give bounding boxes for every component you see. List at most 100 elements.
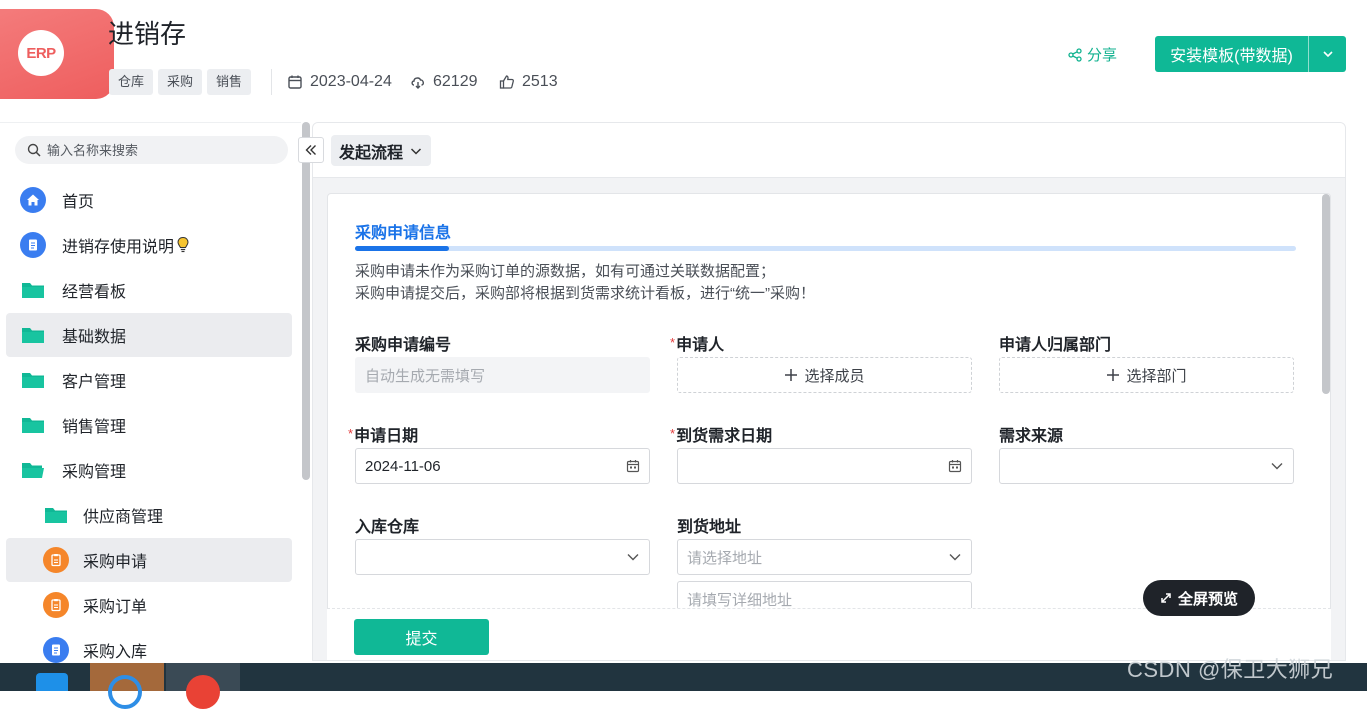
calendar-icon[interactable] bbox=[626, 459, 640, 473]
document-icon bbox=[42, 636, 70, 664]
fullscreen-preview-label: 全屏预览 bbox=[1177, 590, 1238, 608]
app-logo: ERP bbox=[0, 9, 114, 99]
folder-icon bbox=[19, 321, 47, 349]
plus-icon bbox=[785, 369, 798, 381]
address-detail-placeholder: 请填写详细地址 bbox=[687, 591, 793, 609]
sidebar-item-dashboard[interactable]: 经营看板 bbox=[6, 268, 292, 312]
apply-date-value: 2024-11-06 bbox=[365, 457, 441, 475]
tag[interactable]: 仓库 bbox=[109, 69, 154, 95]
watermark: CSDN @保卫大狮兄 bbox=[1127, 657, 1334, 682]
form-icon bbox=[42, 591, 70, 619]
select-department-button[interactable]: 选择部门 bbox=[999, 357, 1294, 393]
folder-icon bbox=[42, 501, 70, 529]
share-icon bbox=[1068, 47, 1082, 62]
calendar-icon bbox=[288, 75, 302, 89]
section-underline bbox=[355, 246, 1296, 251]
install-template-button[interactable]: 安装模板(带数据) bbox=[1155, 36, 1309, 72]
share-button[interactable]: 分享 bbox=[1068, 44, 1117, 65]
request-number-placeholder: 自动生成无需填写 bbox=[365, 367, 486, 385]
sidebar-item-purchase-request[interactable]: 采购申请 bbox=[6, 538, 292, 582]
sidebar-item-label: 采购管理 bbox=[62, 464, 127, 481]
sidebar-item-label: 经营看板 bbox=[62, 284, 127, 301]
sidebar-item-guide[interactable]: 进销存使用说明 bbox=[6, 223, 292, 267]
submit-button[interactable]: 提交 bbox=[354, 619, 489, 655]
folder-icon bbox=[19, 366, 47, 394]
fullscreen-preview-button[interactable]: 全屏预览 bbox=[1143, 580, 1255, 616]
sidebar-item-purchase-order[interactable]: 采购订单 bbox=[6, 583, 292, 627]
select-member-button[interactable]: 选择成员 bbox=[677, 357, 972, 393]
tag-list: 仓库 采购 销售 bbox=[109, 69, 252, 95]
warehouse-select[interactable] bbox=[355, 539, 650, 575]
chevron-down-icon bbox=[948, 550, 962, 564]
required-mark: * bbox=[348, 426, 354, 441]
applicant-label-text: 申请人 bbox=[676, 337, 725, 354]
apply-date-label-text: 申请日期 bbox=[354, 428, 419, 445]
sidebar-item-home[interactable]: 首页 bbox=[6, 178, 292, 222]
divider bbox=[271, 69, 272, 95]
download-count: 62129 bbox=[410, 71, 478, 93]
chevron-down-icon bbox=[1322, 51, 1333, 58]
sidebar-item-suppliers[interactable]: 供应商管理 bbox=[6, 493, 292, 537]
required-mark: * bbox=[670, 426, 676, 441]
expand-icon bbox=[1161, 593, 1171, 603]
install-dropdown-toggle[interactable] bbox=[1309, 36, 1346, 72]
form-icon bbox=[42, 546, 70, 574]
sidebar-item-customers[interactable]: 客户管理 bbox=[6, 358, 292, 402]
description-line: 采购申请未作为采购订单的源数据，如有可通过关联数据配置； bbox=[355, 263, 776, 280]
taskbar-app-icon[interactable] bbox=[16, 663, 90, 691]
arrival-date-input[interactable] bbox=[677, 448, 972, 484]
tag[interactable]: 销售 bbox=[207, 69, 252, 95]
date-text: 2023-04-24 bbox=[310, 73, 392, 90]
lightbulb-icon bbox=[177, 236, 189, 253]
sidebar-item-basic-data[interactable]: 基础数据 bbox=[6, 313, 292, 357]
sidebar-item-label: 采购订单 bbox=[83, 599, 148, 616]
collapse-sidebar-button[interactable] bbox=[298, 137, 324, 163]
sidebar-item-label: 基础数据 bbox=[62, 329, 127, 346]
search-icon bbox=[27, 143, 41, 157]
required-mark: * bbox=[670, 335, 676, 350]
request-number-field: 自动生成无需填写 bbox=[355, 357, 650, 393]
scrollbar-thumb[interactable] bbox=[302, 122, 310, 480]
like-count[interactable]: 2513 bbox=[499, 71, 558, 93]
apply-date-input[interactable]: 2024-11-06 bbox=[355, 448, 650, 484]
folder-icon bbox=[19, 411, 47, 439]
chevron-down-icon bbox=[410, 147, 422, 155]
section-title: 采购申请信息 bbox=[355, 225, 452, 242]
demand-source-select[interactable] bbox=[999, 448, 1294, 484]
double-chevron-left-icon bbox=[305, 145, 316, 155]
start-process-dropdown[interactable]: 发起流程 bbox=[331, 135, 432, 166]
sidebar: 首页 进销存使用说明 经营看板 基础数据 客户管理 销售管理 采购管理 供应商管… bbox=[0, 122, 311, 664]
scrollbar-thumb[interactable] bbox=[1322, 194, 1330, 394]
plus-icon bbox=[1107, 369, 1120, 381]
description-line: 采购申请提交后，采购部将根据到货需求统计看板，进行“统一”采购！ bbox=[355, 285, 815, 302]
taskbar-browser-icon[interactable] bbox=[166, 663, 240, 709]
like-count-text: 2513 bbox=[522, 73, 558, 90]
arrival-date-label-text: 到货需求日期 bbox=[676, 428, 773, 445]
search-input[interactable] bbox=[47, 142, 267, 158]
applicant-label: *申请人 bbox=[670, 331, 724, 355]
sidebar-item-label: 供应商管理 bbox=[83, 509, 164, 526]
document-icon bbox=[19, 231, 47, 259]
home-icon bbox=[19, 186, 47, 214]
sidebar-item-purchasing[interactable]: 采购管理 bbox=[6, 448, 292, 492]
sidebar-item-label: 销售管理 bbox=[62, 419, 127, 436]
form-scrollbar[interactable] bbox=[1321, 192, 1331, 602]
address-region-select[interactable]: 请选择地址 bbox=[677, 539, 972, 575]
start-process-label: 发起流程 bbox=[339, 144, 404, 162]
sidebar-item-label: 采购入库 bbox=[83, 644, 148, 661]
address-label: 到货地址 bbox=[677, 519, 742, 536]
calendar-icon[interactable] bbox=[948, 459, 962, 473]
tag[interactable]: 采购 bbox=[158, 69, 203, 95]
sidebar-item-sales[interactable]: 销售管理 bbox=[6, 403, 292, 447]
sidebar-scrollbar[interactable] bbox=[301, 122, 311, 661]
demand-source-label: 需求来源 bbox=[999, 428, 1064, 445]
section-underline-active bbox=[355, 246, 449, 251]
apply-date-label: *申请日期 bbox=[348, 422, 418, 446]
app-title: 进销存 bbox=[108, 19, 187, 49]
arrival-date-label: *到货需求日期 bbox=[670, 422, 772, 446]
request-number-label: 采购申请编号 bbox=[355, 337, 452, 354]
sidebar-item-label: 客户管理 bbox=[62, 374, 127, 391]
taskbar-app-icon[interactable] bbox=[90, 663, 164, 709]
sidebar-item-label: 采购申请 bbox=[83, 554, 148, 571]
folder-icon bbox=[19, 276, 47, 304]
